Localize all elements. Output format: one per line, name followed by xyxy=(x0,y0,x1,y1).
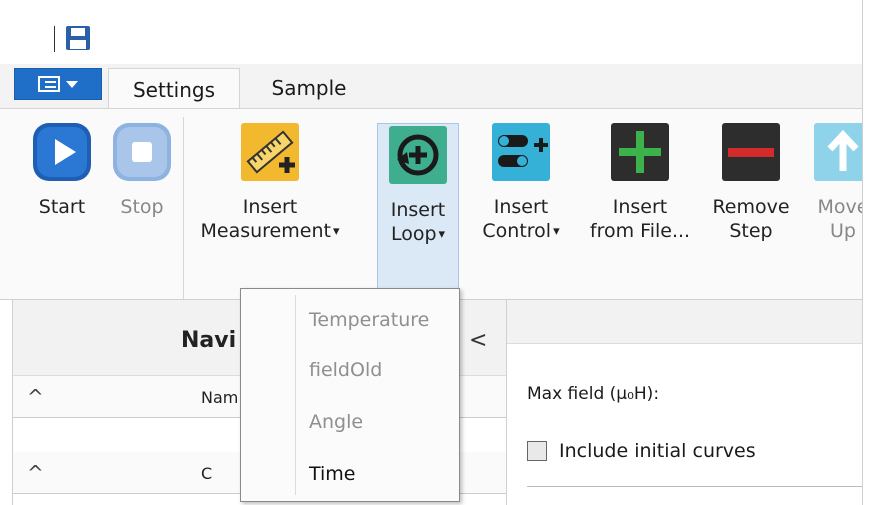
navigator-section-label: C xyxy=(201,464,213,483)
insert-loop-label-1: Insert xyxy=(390,199,446,221)
loop-icon xyxy=(389,126,447,184)
chevron-down-icon xyxy=(66,80,78,88)
divider xyxy=(527,486,863,487)
move-up-button[interactable]: Move Up xyxy=(808,121,862,243)
menu-item-time[interactable]: Time xyxy=(309,463,356,485)
remove-step-label-1: Remove xyxy=(712,196,790,218)
control-icon xyxy=(492,123,550,181)
chevron-up-icon: ^ xyxy=(27,461,44,485)
insert-from-file-label-2: from File... xyxy=(589,220,691,242)
include-initial-curves-checkbox[interactable]: Include initial curves xyxy=(527,440,756,462)
insert-loop-label-2: Loop xyxy=(378,222,458,249)
tab-settings[interactable]: Settings xyxy=(108,68,240,110)
insert-control-label-1: Insert xyxy=(493,196,549,218)
insert-from-file-button[interactable]: Insert from File... xyxy=(578,121,702,243)
insert-control-label-2: Control xyxy=(476,219,566,246)
play-icon xyxy=(33,123,91,181)
insert-loop-button[interactable]: Insert Loop xyxy=(377,123,459,291)
include-initial-curves-label: Include initial curves xyxy=(559,440,756,462)
insert-loop-dropdown-menu: Temperature fieldOld Angle Time xyxy=(240,288,460,502)
arrow-up-icon xyxy=(814,123,862,181)
tab-sample-label: Sample xyxy=(271,76,347,100)
menu-icon xyxy=(38,76,60,92)
ruler-icon xyxy=(241,123,299,181)
plus-icon xyxy=(611,123,669,181)
minus-icon xyxy=(722,123,780,181)
start-label: Start xyxy=(38,196,86,218)
app-menu-button[interactable] xyxy=(14,68,102,100)
settings-panel-header xyxy=(507,300,863,344)
stop-icon xyxy=(113,123,171,181)
tab-settings-label: Settings xyxy=(132,77,216,102)
tab-sample[interactable]: Sample xyxy=(250,68,368,108)
insert-from-file-label-1: Insert xyxy=(612,196,668,218)
move-up-clip: Move Up xyxy=(806,109,862,299)
menu-item-fieldold: fieldOld xyxy=(309,359,383,381)
settings-panel: Max field (μ₀H): Include initial curves xyxy=(506,300,863,505)
insert-control-button[interactable]: Insert Control xyxy=(476,121,566,246)
insert-measurement-button[interactable]: Insert Measurement xyxy=(200,121,340,246)
checkbox-icon[interactable] xyxy=(527,441,547,461)
navigator-title: Navi xyxy=(181,328,237,353)
remove-step-button[interactable]: Remove Step xyxy=(706,121,796,243)
move-up-label-1: Move xyxy=(817,196,862,218)
stop-button[interactable]: Stop xyxy=(110,121,174,219)
menu-gutter xyxy=(295,295,296,495)
insert-measurement-label-2: Measurement xyxy=(200,219,340,246)
collapse-panel-button[interactable]: < xyxy=(469,328,487,353)
max-field-label: Max field (μ₀H): xyxy=(527,384,660,404)
menu-item-temperature: Temperature xyxy=(309,309,430,331)
stop-label: Stop xyxy=(120,196,164,218)
ribbon-group-separator xyxy=(183,117,184,299)
ribbon: Start Stop Insert Measurement ▾ Insert L… xyxy=(0,108,862,300)
move-up-label-2: Up xyxy=(830,220,856,242)
save-icon[interactable] xyxy=(64,24,92,52)
navigator-section-label: Nam xyxy=(201,388,239,407)
window-edge xyxy=(862,0,874,505)
menu-item-angle: Angle xyxy=(309,411,364,433)
insert-measurement-label-1: Insert xyxy=(242,196,298,218)
remove-step-label-2: Step xyxy=(729,220,773,242)
quick-access-toolbar xyxy=(0,0,874,64)
toolbar-separator xyxy=(54,26,55,52)
start-button[interactable]: Start xyxy=(30,121,94,219)
chevron-up-icon: ^ xyxy=(27,385,44,409)
